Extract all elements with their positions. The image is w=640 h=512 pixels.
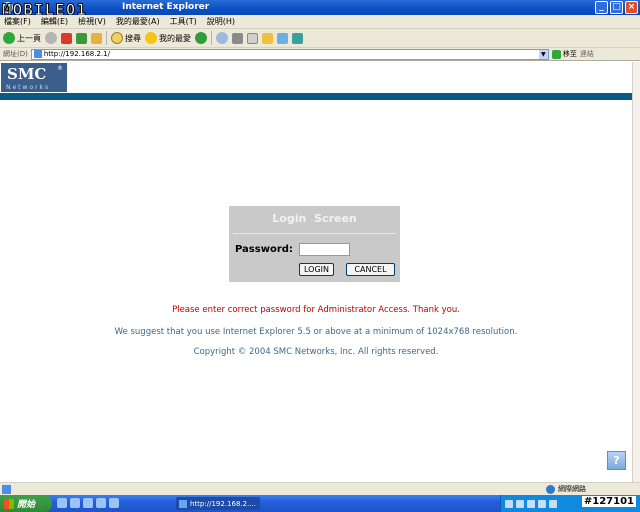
login-button[interactable]: LOGIN [299,263,334,276]
forward-button[interactable] [45,32,57,44]
ie-quicklaunch-icon[interactable] [57,498,67,508]
folder-icon[interactable] [262,32,273,44]
address-bar: 網址(D) http://192.168.2.1/ ▼ 移至 連結 [0,48,640,61]
go-button[interactable]: 移至 [551,49,577,59]
minimize-button[interactable]: _ [595,1,608,14]
menu-tools[interactable]: 工具(T) [170,16,197,27]
toolbar-separator [106,31,107,45]
menu-bar: 檔案(F) 編輯(E) 檢視(V) 我的最愛(A) 工具(T) 說明(H) [0,15,640,29]
title-bar: Internet Explorer MOBILE01 _ □ × [0,0,640,20]
error-message: Please enter correct password for Admini… [172,305,460,315]
go-label: 移至 [562,50,577,58]
windows-logo-icon [4,498,14,509]
smc-logo: SMC ® Networks [1,63,67,92]
search-label: 搜尋 [125,33,141,43]
security-zone: 網際網路 [546,484,586,494]
vertical-scrollbar[interactable] [632,62,640,482]
favorites-label: 我的最愛 [159,33,191,43]
tray-icon[interactable] [516,499,524,508]
logo-sub: Networks [6,84,51,91]
login-panel: Login Screen Password: LOGIN CANCEL [229,206,400,282]
status-bar: 網際網路 [0,482,640,495]
ie-page-icon [179,499,187,508]
system-tray: #127101 [500,495,640,512]
maximize-button[interactable]: □ [610,1,623,14]
globe-icon [546,484,555,494]
taskbar-ie-window[interactable]: http://192.168.2.... [176,497,260,510]
links-button[interactable]: 連結 [580,49,594,59]
menu-favorites[interactable]: 我的最愛(A) [116,16,160,27]
start-label: 開始 [17,500,36,510]
window-title: Internet Explorer [122,2,210,12]
star-icon [145,32,157,44]
logo-reg: ® [57,65,63,72]
media-quicklaunch-icon[interactable] [83,498,93,508]
toolbar-separator [211,31,212,45]
messenger-icon[interactable] [277,32,288,44]
page-status-icon [2,484,11,494]
tray-icon[interactable] [538,499,546,508]
edit-icon[interactable] [247,32,258,44]
copyright: Copyright © 2004 SMC Networks, Inc. All … [193,347,439,357]
stop-icon[interactable] [61,32,72,44]
page-icon [33,50,42,58]
refresh-icon[interactable] [76,32,87,44]
media-icon[interactable] [195,32,207,44]
app-quicklaunch-icon[interactable] [96,498,106,508]
clock: #127101 [581,496,636,507]
zone-label: 網際網路 [558,485,586,493]
menu-file[interactable]: 檔案(F) [4,16,31,27]
browser-suggestion: We suggest that you use Internet Explore… [114,327,518,337]
menu-view[interactable]: 檢視(V) [78,16,106,27]
tray-icon[interactable] [549,499,557,508]
help-button[interactable]: ? [607,451,626,470]
favorites-button[interactable]: 我的最愛 [145,32,191,44]
research-icon[interactable] [292,32,303,44]
address-field[interactable]: http://192.168.2.1/ ▼ [30,48,549,60]
back-label: 上一頁 [17,33,41,43]
url-text[interactable]: http://192.168.2.1/ [44,50,539,58]
search-icon [111,32,123,44]
mail-icon[interactable] [216,32,228,44]
task-label: http://192.168.2.... [190,499,256,508]
forward-arrow-icon [45,32,57,44]
quick-launch [57,498,119,508]
logo-brand: SMC [7,65,47,83]
tray-icon[interactable] [527,499,535,508]
go-arrow-icon [551,49,561,59]
password-input[interactable] [299,243,350,256]
settings-quicklaunch-icon[interactable] [109,498,119,508]
back-button[interactable]: 上一頁 [3,32,41,44]
chevron-down-icon[interactable]: ▼ [538,49,548,59]
back-arrow-icon [3,32,15,44]
cancel-button[interactable]: CANCEL [346,263,395,276]
login-title: Login Screen [272,212,357,225]
divider [233,233,396,234]
tray-icon[interactable] [505,499,513,508]
menu-edit[interactable]: 編輯(E) [41,16,68,27]
search-button[interactable]: 搜尋 [111,32,141,44]
web-page: SMC ® Networks Login Screen Password: LO… [0,62,632,482]
start-button[interactable]: 開始 [0,495,52,512]
close-button[interactable]: × [625,1,638,14]
menu-help[interactable]: 說明(H) [207,16,235,27]
home-icon[interactable] [91,32,102,44]
desktop-icon[interactable] [70,498,80,508]
address-label: 網址(D) [3,50,28,58]
taskbar: 開始 http://192.168.2.... #127101 [0,495,640,512]
header-band [0,93,632,100]
password-label: Password: [235,244,293,255]
print-icon[interactable] [232,32,243,44]
toolbar: 上一頁 搜尋 我的最愛 [0,29,640,48]
